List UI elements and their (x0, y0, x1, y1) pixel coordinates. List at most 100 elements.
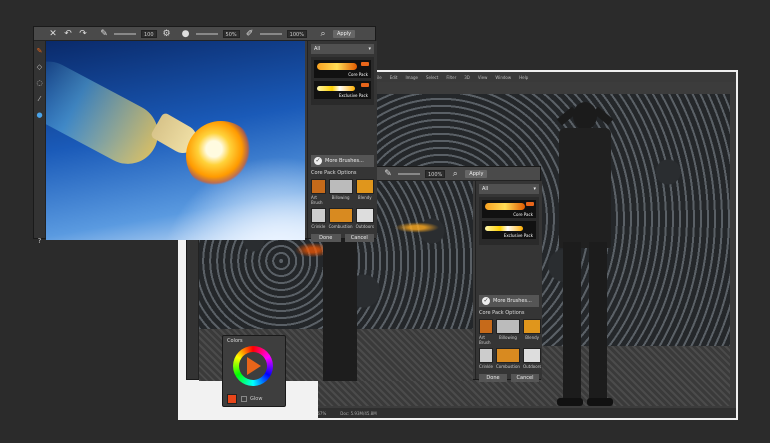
preset-exclusive-pack[interactable]: Exclusive Pack (482, 221, 536, 239)
brush-blendy[interactable]: Blendy (522, 319, 542, 345)
cancel-button[interactable]: Cancel (344, 234, 374, 242)
new-badge (526, 202, 534, 206)
brush-grid: Art Brush Billowing Blendy Crinkle Combu… (479, 319, 542, 369)
brush-art[interactable]: Art Brush (311, 179, 326, 205)
lasso-icon[interactable]: ◌ (36, 79, 44, 87)
preset-label: Core Pack (348, 72, 368, 77)
check-icon: ✓ (314, 157, 322, 165)
brush-icon[interactable]: ✎ (383, 169, 393, 179)
preset-list: Core Pack Exclusive Pack (311, 57, 374, 105)
brush-billowing[interactable]: Billowing (495, 319, 520, 345)
more-brushes-button[interactable]: ✓ More Brushes... (479, 295, 539, 307)
brush-settings-icon[interactable]: ⚙ (162, 29, 172, 39)
menu-item[interactable]: Filter (446, 75, 456, 80)
color-wheel[interactable] (233, 346, 273, 386)
menu-item[interactable]: Help (519, 75, 528, 80)
undo-icon[interactable]: ↶ (63, 29, 73, 39)
brush-outdoors[interactable]: Outdoors (355, 208, 374, 229)
close-icon[interactable]: ✕ (48, 29, 58, 39)
softness-icon[interactable]: ● (181, 29, 191, 39)
color-panel-title: Colors (227, 338, 243, 344)
softness-field[interactable]: 50% (222, 29, 240, 38)
preset-label: Exclusive Pack (338, 93, 368, 98)
current-color-swatch[interactable] (227, 394, 237, 404)
preset-exclusive-pack[interactable]: Exclusive Pack (314, 81, 371, 99)
search-icon[interactable]: ⌕ (318, 29, 328, 39)
fireball (186, 121, 256, 191)
doc-size: Doc: 5.93M/45.8M (340, 410, 377, 416)
options-title: Core Pack Options (479, 310, 525, 316)
options-title: Core Pack Options (311, 170, 357, 176)
apply-button[interactable]: Apply (332, 29, 356, 38)
brush-icon[interactable]: ✎ (99, 29, 109, 39)
front-left-toolbar: ✎ ◇ ◌ ⁄ ● ? (34, 41, 46, 245)
play-icon (247, 357, 261, 375)
menu-item[interactable]: View (478, 75, 488, 80)
new-badge (361, 62, 369, 66)
opacity-field[interactable]: 100% (286, 29, 307, 38)
new-badge (361, 83, 369, 87)
businessman-figure (545, 102, 625, 412)
dropdown-value: All (482, 186, 489, 192)
size-slider[interactable] (398, 172, 420, 175)
fire-trail (46, 51, 169, 175)
preset-label: Exclusive Pack (503, 233, 533, 238)
color-panel: Colors Glow (222, 335, 286, 407)
eyedropper-icon[interactable]: ⁄ (36, 95, 44, 103)
brush-combustion[interactable]: Combustion (495, 348, 520, 369)
softness-slider[interactable] (195, 32, 218, 35)
color-icon[interactable]: ● (36, 111, 44, 119)
preset-label: Core Pack (513, 212, 533, 217)
brush-blendy[interactable]: Blendy (355, 179, 374, 205)
category-dropdown[interactable]: All ▾ (479, 184, 539, 194)
preset-core-pack[interactable]: Core Pack (482, 200, 536, 218)
menu-item[interactable]: 3D (464, 75, 470, 80)
meteor-canvas[interactable] (46, 41, 305, 240)
opacity-field[interactable]: 100% (425, 169, 446, 178)
eraser-icon[interactable]: ◇ (36, 63, 44, 71)
brush-crinkle[interactable]: Crinkle (479, 348, 493, 369)
category-dropdown[interactable]: All ▾ (311, 44, 374, 54)
cancel-button[interactable]: Cancel (511, 374, 539, 382)
panel-actions: Done Cancel (311, 234, 374, 242)
apply-button[interactable]: Apply (465, 169, 488, 178)
opacity-slider[interactable] (259, 32, 282, 35)
preset-core-pack[interactable]: Core Pack (314, 60, 371, 78)
front-plugin-window: ✕ ↶ ↷ ✎ 100 ⚙ ● 50% ✐ 100% ⌕ Apply ✎ ◇ ◌… (33, 26, 377, 245)
pen-icon[interactable]: ✎ (36, 47, 44, 55)
menu-item[interactable]: Window (495, 75, 511, 80)
more-label: More Brushes... (325, 158, 364, 164)
front-side-panel: All ▾ Core Pack Exclusive Pack ✓ More Br… (307, 41, 377, 242)
status-bar: 66.67% Doc: 5.93M/45.8M (305, 408, 736, 418)
chevron-down-icon: ▾ (533, 186, 536, 192)
businessman-partial (323, 221, 357, 381)
middle-side-panel: All ▾ Core Pack Exclusive Pack ✓ More Br… (475, 181, 542, 382)
done-button[interactable]: Done (479, 374, 507, 382)
dropdown-value: All (314, 46, 321, 52)
chevron-down-icon: ▾ (368, 46, 371, 52)
pen-icon[interactable]: ✐ (245, 29, 255, 39)
help-icon[interactable]: ? (36, 237, 44, 245)
menu-item[interactable]: Edit (390, 75, 398, 80)
panel-actions: Done Cancel (479, 374, 539, 382)
redo-icon[interactable]: ↷ (78, 29, 88, 39)
brush-crinkle[interactable]: Crinkle (311, 208, 326, 229)
more-brushes-button[interactable]: ✓ More Brushes... (311, 155, 374, 167)
front-toolbar: ✕ ↶ ↷ ✎ 100 ⚙ ● 50% ✐ 100% ⌕ Apply (34, 27, 375, 41)
glow-checkbox[interactable] (241, 396, 247, 402)
more-label: More Brushes... (493, 298, 532, 304)
screenshot-collage: File Edit Image Select Filter 3D View Wi… (0, 0, 770, 443)
check-icon: ✓ (482, 297, 490, 305)
brush-outdoors[interactable]: Outdoors (522, 348, 542, 369)
brush-art[interactable]: Art Brush (479, 319, 493, 345)
brush-grid: Art Brush Billowing Blendy Crinkle Combu… (311, 179, 374, 229)
search-icon[interactable]: ⌕ (450, 169, 460, 179)
menu-item[interactable]: Select (426, 75, 438, 80)
preset-list: Core Pack Exclusive Pack (479, 197, 539, 245)
brush-billowing[interactable]: Billowing (328, 179, 353, 205)
size-slider[interactable] (114, 32, 136, 35)
menu-item[interactable]: Image (405, 75, 418, 80)
brush-combustion[interactable]: Combustion (328, 208, 353, 229)
done-button[interactable]: Done (311, 234, 341, 242)
size-field[interactable]: 100 (141, 29, 157, 38)
